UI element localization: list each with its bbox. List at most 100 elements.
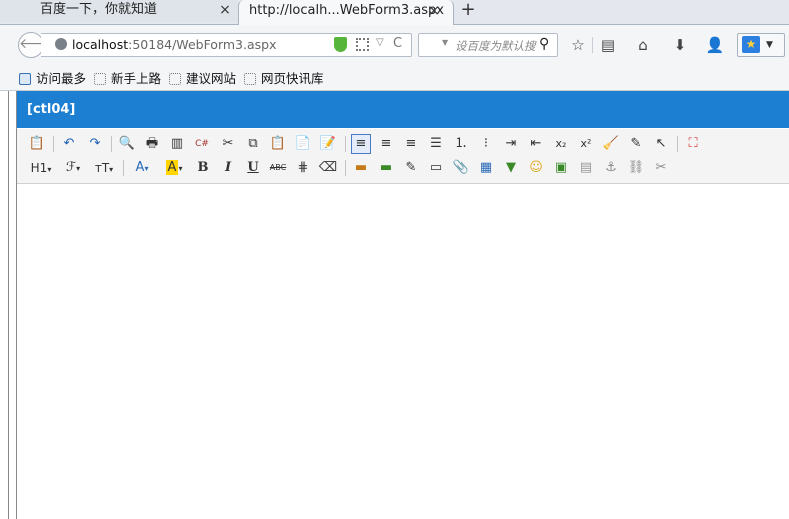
align-left-icon[interactable]: ≡: [351, 134, 371, 154]
search-engine-dropdown-icon[interactable]: ▼: [442, 38, 448, 47]
download-icon[interactable]: ⬇: [670, 35, 690, 55]
unlink-icon[interactable]: ✂: [651, 158, 671, 178]
format-painter-icon[interactable]: ✎: [626, 134, 646, 154]
addon-star-icon: ★: [742, 36, 760, 53]
tab-label: http://localh...WebForm3.aspx: [249, 3, 444, 18]
page-icon: [244, 73, 256, 85]
insert-row-above-icon[interactable]: ▬: [351, 158, 371, 178]
editor-title: [ctl04]: [27, 102, 76, 117]
paste-word-icon[interactable]: 📝: [318, 134, 338, 154]
search-input[interactable]: 设百度为默认搜: [455, 38, 537, 54]
close-icon[interactable]: ×: [218, 0, 232, 20]
page-break-icon[interactable]: ▤: [576, 158, 596, 178]
anchor-icon[interactable]: ⚓: [601, 158, 621, 178]
page-icon: [169, 73, 181, 85]
divider: [111, 136, 112, 152]
justify-icon[interactable]: ☰: [426, 134, 446, 154]
paste-text-icon[interactable]: 📄: [293, 134, 313, 154]
font-family-dropdown[interactable]: ℱ▾: [61, 158, 85, 178]
editor-content-area[interactable]: [17, 184, 789, 519]
divider: [53, 136, 54, 152]
bookmark-getting-started[interactable]: 新手上路: [94, 68, 161, 86]
rich-text-editor: [ctl04] 📋 ↶ ↷ 🔍 🖶 ▥ C# ✂ ⧉ 📋 📄 📝 ≡ ≡ ≡ ☰…: [16, 91, 789, 519]
copy-icon[interactable]: ⧉: [243, 134, 263, 154]
editor-toolbar: 📋 ↶ ↷ 🔍 🖶 ▥ C# ✂ ⧉ 📋 📄 📝 ≡ ≡ ≡ ☰ ⒈ ⁝ ⇥ ⇤…: [17, 129, 789, 184]
folder-icon: [19, 73, 31, 85]
insert-line-icon[interactable]: ▼: [501, 158, 521, 178]
bookmark-suggested-sites[interactable]: 建议网站: [169, 68, 236, 86]
redo-icon[interactable]: ↷: [85, 134, 105, 154]
url-text: localhost:50184/WebForm3.aspx: [72, 37, 277, 52]
align-center-icon[interactable]: ≡: [376, 134, 396, 154]
emoticon-icon[interactable]: ☺: [526, 158, 546, 178]
indent-icon[interactable]: ⇥: [501, 134, 521, 154]
search-bar[interactable]: ▼ 设百度为默认搜 ⚲: [418, 33, 558, 57]
bookmark-web-slice-gallery[interactable]: 网页快讯库: [244, 68, 324, 86]
divider: [345, 136, 346, 152]
divider: [345, 160, 346, 176]
font-color-dropdown[interactable]: A▾: [129, 158, 155, 178]
attachment-icon[interactable]: 📎: [451, 158, 471, 178]
url-bar[interactable]: localhost:50184/WebForm3.aspx ▽ C: [41, 33, 412, 57]
tab-strip: 百度一下，你就知道 × http://localh...WebForm3.asp…: [0, 0, 789, 25]
unordered-list-icon[interactable]: ⁝: [476, 134, 496, 154]
account-icon[interactable]: 👤: [705, 35, 725, 55]
heading-dropdown[interactable]: H1▾: [27, 158, 55, 178]
highlight-color-dropdown[interactable]: A ▾: [161, 158, 187, 178]
code-icon[interactable]: C#: [192, 134, 212, 154]
template-icon[interactable]: ▥: [167, 134, 187, 154]
image-icon[interactable]: ▣: [551, 158, 571, 178]
video-icon[interactable]: ▭: [426, 158, 446, 178]
clear-format-icon[interactable]: 🧹: [601, 134, 621, 154]
shield-icon[interactable]: [334, 37, 347, 52]
reload-icon[interactable]: C: [393, 36, 402, 51]
underline-button[interactable]: U: [243, 158, 263, 178]
bookmark-most-visited[interactable]: 访问最多: [19, 68, 86, 86]
fullscreen-icon[interactable]: ⛶: [683, 134, 703, 154]
align-right-icon[interactable]: ≡: [401, 134, 421, 154]
preview-icon[interactable]: 🔍: [117, 134, 137, 154]
superscript-icon[interactable]: x²: [576, 134, 596, 154]
ordered-list-icon[interactable]: ⒈: [451, 134, 471, 154]
italic-button[interactable]: I: [218, 158, 238, 178]
table-grid-icon[interactable]: ⋕: [293, 158, 313, 178]
tab-webform3[interactable]: http://localh...WebForm3.aspx ×: [238, 0, 454, 25]
tab-baidu[interactable]: 百度一下，你就知道 ×: [0, 0, 238, 22]
font-size-dropdown[interactable]: тT▾: [91, 158, 117, 178]
print-icon[interactable]: 🖶: [142, 134, 162, 154]
bookmarks-toolbar: 访问最多 新手上路 建议网站 网页快讯库: [0, 63, 789, 91]
link-icon[interactable]: ⛓: [626, 158, 646, 178]
qr-code-icon[interactable]: [356, 38, 369, 51]
strikethrough-button[interactable]: ABC: [268, 158, 288, 178]
editor-title-bar: [ctl04]: [17, 91, 789, 128]
bookmark-star-icon[interactable]: ☆: [568, 35, 588, 55]
bold-button[interactable]: B: [193, 158, 213, 178]
tab-label: 百度一下，你就知道: [40, 2, 158, 17]
eraser-icon[interactable]: ⌫: [318, 158, 338, 178]
page-icon: [94, 73, 106, 85]
dropdown-icon[interactable]: ▽: [376, 37, 384, 48]
home-icon[interactable]: ⌂: [633, 35, 653, 55]
subscript-icon[interactable]: x₂: [551, 134, 571, 154]
undo-icon[interactable]: ↶: [59, 134, 79, 154]
divider: [123, 160, 124, 176]
insert-row-below-icon[interactable]: ▬: [376, 158, 396, 178]
divider: [592, 37, 593, 53]
table-icon[interactable]: ▦: [476, 158, 496, 178]
source-icon[interactable]: 📋: [27, 134, 47, 154]
select-all-icon[interactable]: ↖: [651, 134, 671, 154]
page-border: [8, 91, 9, 519]
addon-button[interactable]: ★ ▼: [737, 33, 785, 57]
divider: [677, 136, 678, 152]
close-icon[interactable]: ×: [427, 1, 441, 21]
outdent-icon[interactable]: ⇤: [526, 134, 546, 154]
paste-icon[interactable]: 📋: [268, 134, 288, 154]
bookmarks-list-icon[interactable]: ▤: [598, 35, 618, 55]
new-tab-button[interactable]: +: [458, 0, 478, 21]
navigation-bar: 🡐 localhost:50184/WebForm3.aspx ▽ C ▼ 设百…: [0, 25, 789, 63]
image-edit-icon[interactable]: ✎: [401, 158, 421, 178]
search-icon[interactable]: ⚲: [539, 36, 549, 52]
globe-icon: [55, 38, 67, 50]
cut-icon[interactable]: ✂: [218, 134, 238, 154]
chevron-down-icon[interactable]: ▼: [766, 36, 773, 54]
